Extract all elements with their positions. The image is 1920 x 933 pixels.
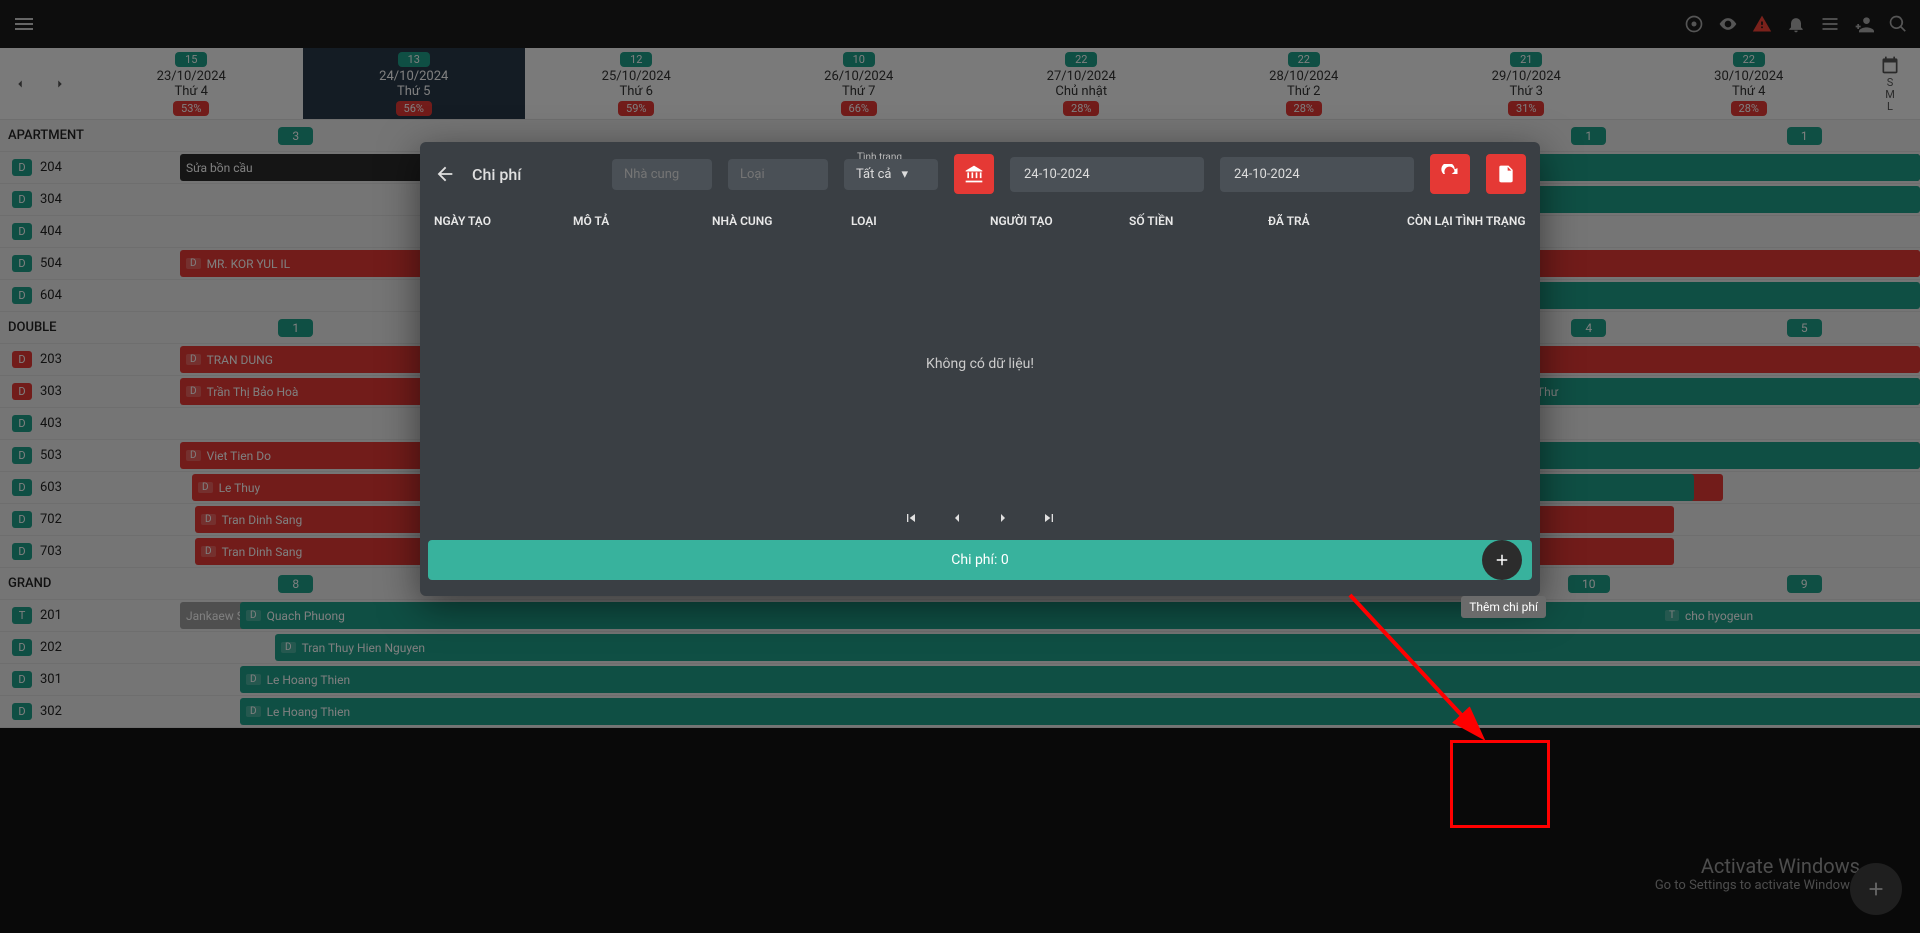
col-header: ĐÃ TRẢ	[1268, 214, 1387, 228]
col-header: CÒN LẠI TÌNH TRẠNG	[1407, 214, 1526, 228]
col-header: SỐ TIỀN	[1129, 214, 1248, 228]
pager	[420, 502, 1540, 540]
page-last-icon[interactable]	[1041, 510, 1057, 526]
add-expense-button[interactable]	[1482, 540, 1522, 580]
page-next-icon[interactable]	[995, 510, 1011, 526]
provider-select[interactable]	[612, 159, 712, 190]
date-to[interactable]	[1220, 157, 1414, 192]
col-header: NHÀ CUNG	[712, 214, 831, 228]
date-from[interactable]	[1010, 157, 1204, 192]
export-button[interactable]	[1486, 154, 1526, 194]
page-first-icon[interactable]	[903, 510, 919, 526]
col-header: LOẠI	[851, 214, 970, 228]
col-header: NGÀY TẠO	[434, 214, 553, 228]
sum-bar: Chi phí: 0 Thêm chi phí	[428, 540, 1532, 580]
modal-title: Chi phí	[472, 165, 521, 184]
bank-button[interactable]	[954, 154, 994, 194]
type-select[interactable]	[728, 159, 828, 190]
refresh-button[interactable]	[1430, 154, 1470, 194]
page-prev-icon[interactable]	[949, 510, 965, 526]
annotation-arrow	[1340, 585, 1510, 765]
col-header: NGƯỜI TẠO	[990, 214, 1109, 228]
expense-modal: Chi phí Tình trạng Tất cả▾ NGÀY TẠOMÔ TẢ…	[420, 142, 1540, 596]
status-select[interactable]: Tất cả▾	[844, 159, 938, 190]
back-icon[interactable]	[434, 163, 456, 185]
no-data-message: Không có dữ liệu!	[420, 236, 1540, 502]
col-header: MÔ TẢ	[573, 214, 692, 228]
table-header: NGÀY TẠO MÔ TẢ NHÀ CUNG LOẠI NGƯỜI TẠO SỐ TIỀ…	[420, 206, 1540, 236]
